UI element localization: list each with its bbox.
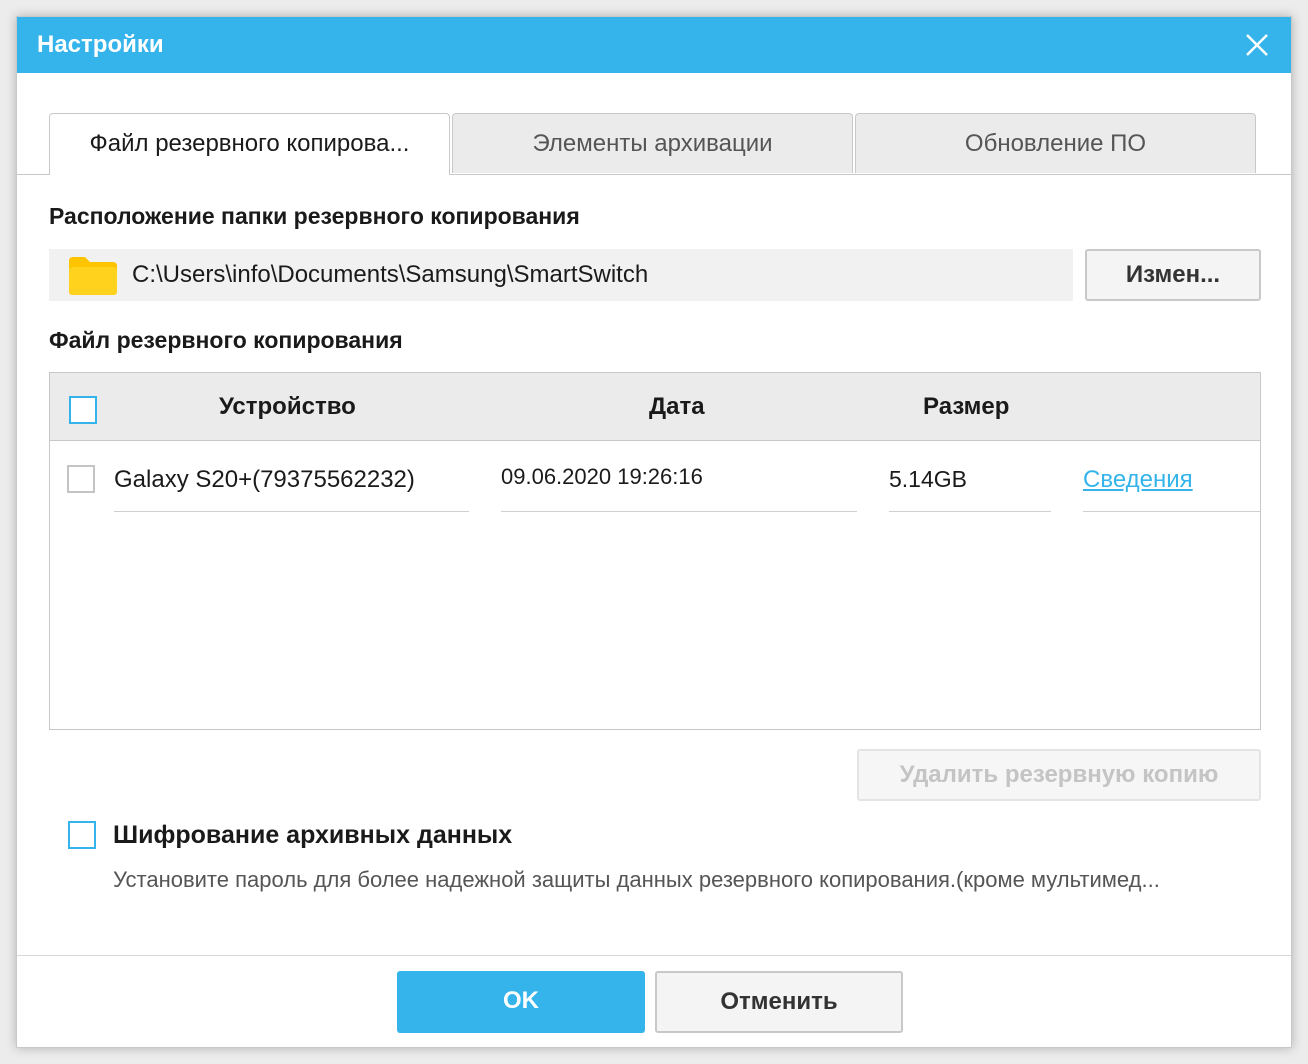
encryption-description: Установите пароль для более надежной защ… [113, 867, 1160, 892]
settings-dialog: Настройки Файл резервного копирова... Эл… [16, 16, 1292, 1048]
close-icon [1246, 34, 1268, 56]
change-location-button[interactable]: Измен... [1085, 249, 1261, 301]
select-all-checkbox[interactable] [69, 396, 97, 424]
location-heading: Расположение папки резервного копировани… [49, 203, 580, 229]
encryption-checkbox[interactable] [68, 821, 96, 849]
backup-path-field: C:\Users\info\Documents\Samsung\SmartSwi… [49, 249, 1073, 301]
backup-path-text: C:\Users\info\Documents\Samsung\SmartSwi… [132, 261, 649, 288]
ok-button[interactable]: OK [397, 971, 645, 1033]
row-date: 09.06.2020 19:26:16 [501, 464, 703, 489]
cancel-button[interactable]: Отменить [655, 971, 903, 1033]
tab-backup-file[interactable]: Файл резервного копирова... [49, 113, 450, 175]
title-bar: Настройки [17, 17, 1291, 73]
details-link[interactable]: Сведения [1083, 466, 1193, 494]
row-checkbox[interactable] [67, 465, 95, 493]
encryption-title: Шифрование архивных данных [113, 821, 513, 849]
tab-backup-items[interactable]: Элементы архивации [452, 113, 853, 173]
column-size: Размер [923, 393, 1010, 420]
row-divider [1083, 511, 1260, 512]
backup-files-heading: Файл резервного копирования [49, 327, 403, 353]
row-divider [889, 511, 1051, 512]
close-button[interactable] [1239, 27, 1275, 63]
row-divider [114, 511, 469, 512]
column-device: Устройство [219, 393, 356, 420]
dialog-title: Настройки [37, 31, 164, 58]
row-device: Galaxy S20+(79375562232) [114, 466, 415, 493]
tab-bar: Файл резервного копирова... Элементы арх… [49, 113, 1257, 175]
backup-files-table: Устройство Дата Размер Galaxy S20+(79375… [49, 372, 1261, 730]
folder-icon [69, 257, 117, 295]
footer-divider [17, 955, 1291, 956]
delete-backup-button[interactable]: Удалить резервную копию [857, 749, 1261, 801]
tab-software-update[interactable]: Обновление ПО [855, 113, 1256, 173]
table-header: Устройство Дата Размер [50, 373, 1260, 441]
row-size: 5.14GB [889, 466, 967, 492]
row-divider [501, 511, 857, 512]
column-date: Дата [649, 393, 705, 420]
